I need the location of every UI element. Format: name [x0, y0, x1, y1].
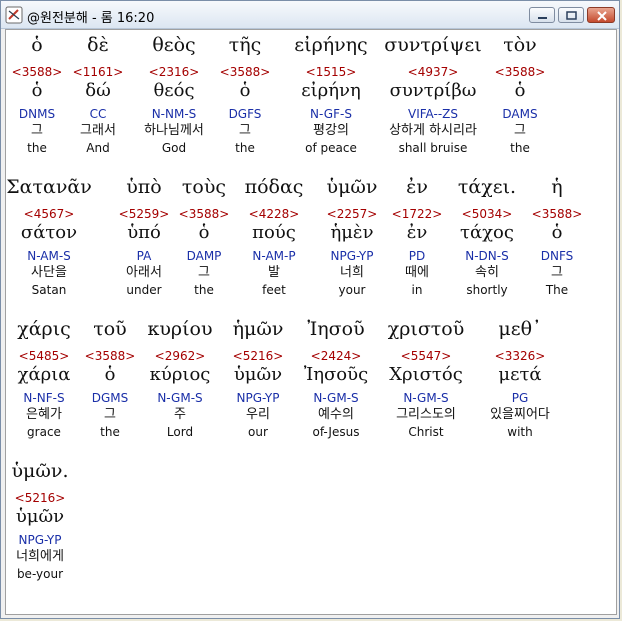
word-column[interactable]: μεθ᾽ <3326> μετά PG 있을찌어다 with: [460, 316, 580, 440]
word-korean: 그: [551, 265, 563, 280]
word-korean: 있을찌어다: [490, 407, 550, 422]
maximize-button[interactable]: [558, 7, 584, 23]
app-icon: [5, 6, 23, 24]
word-lemma: ὁ: [514, 80, 526, 101]
word-english: with: [507, 425, 533, 439]
word-korean: 너희에게: [16, 549, 64, 564]
word-strong-number: <3588>: [494, 65, 546, 79]
close-button[interactable]: [587, 7, 615, 23]
minimize-button[interactable]: [529, 7, 555, 23]
word-greek: ἡ: [551, 176, 563, 198]
word-lemma: ὁ: [551, 222, 563, 243]
maximize-icon: [566, 11, 577, 20]
word-parsing: PG: [511, 391, 529, 405]
word-parsing: DAMS: [502, 107, 538, 121]
word-greek: τὸν: [503, 34, 537, 56]
word-english: The: [545, 283, 569, 297]
word-lemma: μετά: [498, 364, 542, 385]
word-strong-number: <5216>: [14, 491, 66, 505]
word-greek: μεθ᾽: [498, 318, 542, 340]
word-column[interactable]: ἡ <3588> ὁ DNFS 그 The: [497, 174, 616, 298]
word-strong-number: <3588>: [531, 207, 583, 221]
word-strong-number: <3326>: [494, 349, 546, 363]
word-lemma: ὑμῶν: [15, 506, 65, 527]
title-bar[interactable]: @원전분해 - 롬 16:20: [1, 1, 619, 29]
minimize-icon: [538, 17, 547, 19]
word-greek: ὑμῶν.: [11, 460, 69, 482]
word-english: be-your: [16, 567, 64, 581]
word-column[interactable]: ὑμῶν. <5216> ὑμῶν NPG-YP 너희에게 be-your: [6, 458, 100, 582]
word-parsing: NPG-YP: [18, 533, 62, 547]
interlinear-panel[interactable]: ὁ <3588> ὁ DNMS 그 the δὲ <1161> δώ CC 그래서 And θεὸς <2…: [5, 29, 617, 615]
window-title: @원전분해 - 롬 16:20: [27, 11, 155, 26]
app-window: @원전분해 - 롬 16:20 ὁ <3588> ὁ DNMS 그 the δὲ <1161>…: [0, 0, 620, 619]
word-english: the: [510, 141, 530, 155]
word-korean: 그: [514, 123, 526, 138]
close-icon: [597, 11, 607, 21]
word-column[interactable]: τὸν <3588> ὁ DAMS 그 the: [460, 32, 580, 156]
word-parsing: DNFS: [540, 249, 574, 263]
